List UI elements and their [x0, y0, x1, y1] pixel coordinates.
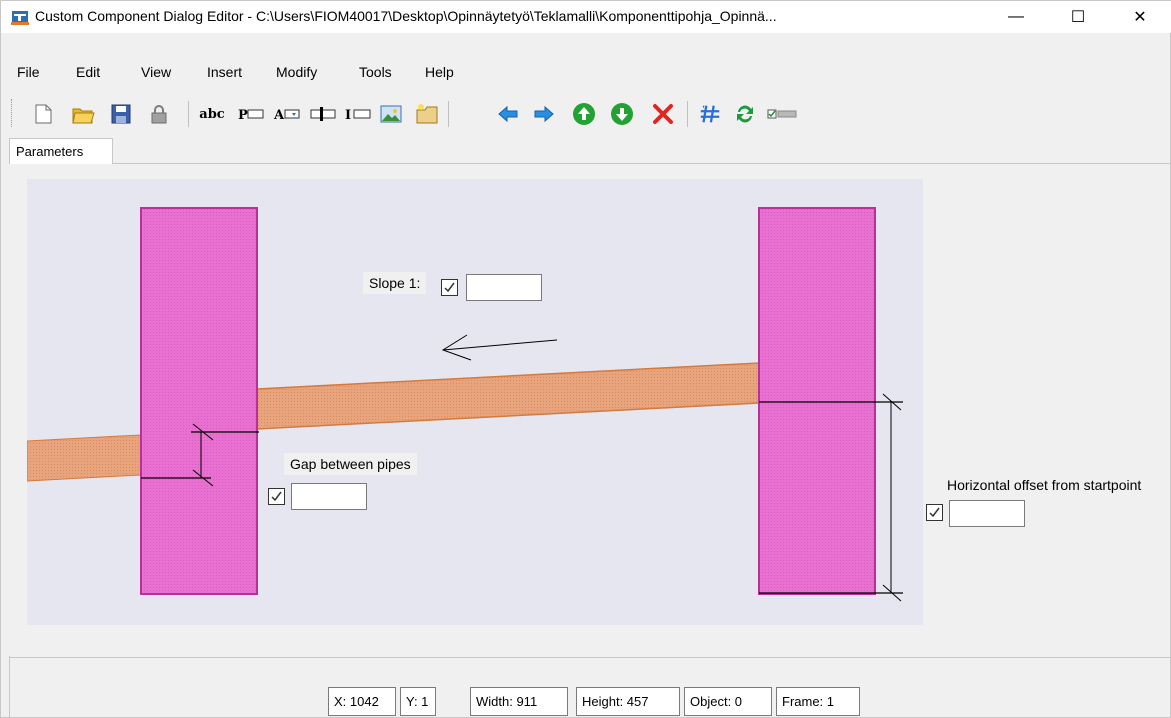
status-width: Width: 911: [470, 687, 568, 716]
canvas-bottom-divider: [9, 657, 1171, 658]
toolbar-separator: [188, 101, 189, 127]
status-y: Y: 1: [400, 687, 436, 716]
horizontal-offset-input[interactable]: [949, 500, 1025, 527]
arrow-left-icon[interactable]: [496, 102, 520, 126]
status-object: Object: 0: [684, 687, 772, 716]
slope-input[interactable]: [466, 274, 542, 301]
text-field-icon[interactable]: I: [343, 102, 373, 126]
menu-modify[interactable]: Modify: [276, 64, 317, 80]
lock-icon[interactable]: [147, 102, 171, 126]
dialog-canvas[interactable]: [27, 179, 923, 625]
refresh-icon[interactable]: [733, 102, 757, 126]
save-icon[interactable]: [109, 102, 133, 126]
checkbox-control-icon[interactable]: [766, 102, 800, 126]
arrow-up-icon[interactable]: [572, 102, 596, 126]
snap-grid-icon[interactable]: [698, 102, 722, 126]
menu-file[interactable]: File: [17, 64, 40, 80]
value-field-icon[interactable]: [308, 102, 338, 126]
sloped-pipe: [256, 362, 760, 430]
menu-help[interactable]: Help: [425, 64, 454, 80]
slope-label: Slope 1:: [363, 272, 427, 294]
svg-text:A: A: [273, 108, 285, 123]
horizontal-offset-checkbox[interactable]: [926, 504, 943, 521]
menu-tools[interactable]: Tools: [359, 64, 392, 80]
statusbar-left-divider: [9, 656, 10, 718]
slope-arrow: [441, 334, 558, 361]
right-column: [758, 207, 876, 595]
close-button[interactable]: ✕: [1117, 1, 1163, 33]
minimize-button[interactable]: —: [993, 1, 1039, 33]
gap-input[interactable]: [291, 483, 367, 510]
maximize-button[interactable]: ☐: [1055, 1, 1101, 33]
arrow-right-icon[interactable]: [532, 102, 556, 126]
menu-insert[interactable]: Insert: [207, 64, 242, 80]
tab-parameters[interactable]: Parameters: [9, 138, 113, 164]
tab-strip-divider: [9, 163, 1171, 164]
gap-checkbox[interactable]: [268, 488, 285, 505]
svg-text:I: I: [345, 108, 351, 123]
slope-checkbox[interactable]: [441, 279, 458, 296]
svg-text:P: P: [238, 108, 248, 123]
text-label-icon[interactable]: abc: [194, 102, 230, 126]
title-bar: Custom Component Dialog Editor - C:\User…: [1, 1, 1171, 33]
toolbar-separator: [448, 101, 449, 127]
menu-view[interactable]: View: [141, 64, 171, 80]
attribute-dropdown-icon[interactable]: A: [272, 102, 302, 126]
toolbar-separator: [687, 101, 688, 127]
open-folder-icon[interactable]: [71, 102, 95, 126]
window-title: Custom Component Dialog Editor - C:\User…: [35, 8, 777, 24]
parameter-field-icon[interactable]: P: [236, 102, 266, 126]
picture-icon[interactable]: [379, 102, 403, 126]
delete-icon[interactable]: [651, 102, 675, 126]
gap-label: Gap between pipes: [284, 453, 417, 475]
status-frame: Frame: 1: [776, 687, 860, 716]
menu-edit[interactable]: Edit: [76, 64, 100, 80]
editor-window: Custom Component Dialog Editor - C:\User…: [0, 0, 1171, 718]
app-icon: [11, 9, 29, 25]
left-pipe: [27, 434, 142, 482]
status-height: Height: 457: [576, 687, 680, 716]
left-column: [140, 207, 258, 595]
status-x: X: 1042: [328, 687, 396, 716]
new-tab-icon[interactable]: [415, 102, 439, 126]
toolbar-grip[interactable]: [11, 99, 14, 127]
arrow-down-icon[interactable]: [610, 102, 634, 126]
new-document-icon[interactable]: [31, 102, 55, 126]
horizontal-offset-label: Horizontal offset from startpoint: [947, 477, 1142, 493]
